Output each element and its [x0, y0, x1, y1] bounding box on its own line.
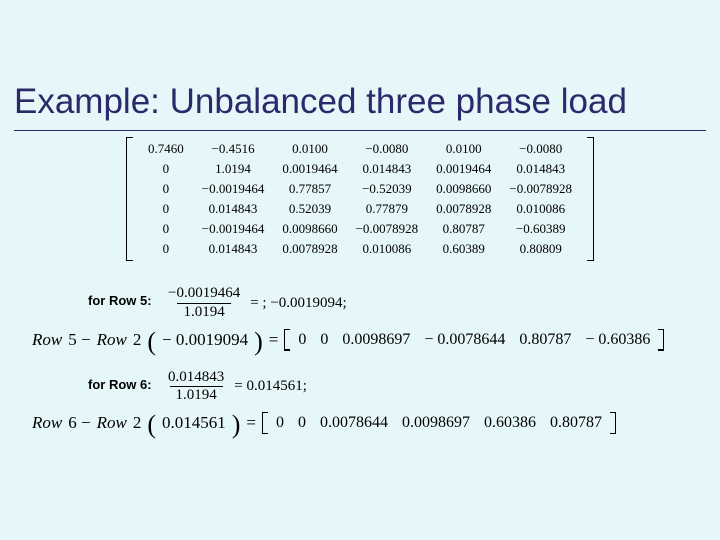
matrix-cell: 1.0194 — [193, 159, 274, 179]
row6-factor: 0.014561 — [162, 413, 226, 433]
row6-label: for Row 6: — [88, 377, 152, 392]
row5-factor: − 0.0019094 — [162, 330, 248, 350]
row6-equation: Row 6 − Row 2 ( 0.014561 ) = 000.0078644… — [32, 412, 706, 434]
matrix-cell: −0.0080 — [347, 139, 428, 159]
vector-cell: 0.0098697 — [342, 331, 410, 349]
txt: Row — [97, 413, 127, 433]
matrix-cell: 0.77857 — [273, 179, 346, 199]
matrix-cell: 0 — [139, 199, 193, 219]
matrix-cell: −0.0019464 — [193, 219, 274, 239]
matrix-cell: −0.52039 — [347, 179, 428, 199]
vector-cell: 0 — [298, 414, 306, 432]
vector-cell: − 0.60386 — [585, 331, 650, 349]
matrix-cell: 0.80809 — [500, 239, 581, 259]
matrix-cell: 0.0019464 — [427, 159, 500, 179]
matrix-cell: 0.014843 — [193, 239, 274, 259]
row5-fraction: −0.0019464 1.0194 = ; −0.0019094; — [164, 286, 706, 321]
txt: Row — [32, 413, 62, 433]
eq-sign: = — [246, 413, 256, 433]
matrix-cell: 0 — [139, 239, 193, 259]
matrix-cell: 0.014843 — [347, 159, 428, 179]
matrix-cell: 0.0078928 — [273, 239, 346, 259]
page-title: Example: Unbalanced three phase load — [14, 82, 706, 131]
row5-frac-den: 1.0194 — [177, 303, 230, 321]
txt: 6 − — [68, 413, 90, 433]
matrix-cell: −0.4516 — [193, 139, 274, 159]
matrix-cell: 0.7460 — [139, 139, 193, 159]
vector-cell: 0.80787 — [519, 331, 571, 349]
row6-frac-num: 0.014843 — [166, 370, 226, 387]
matrix-cell: 0.0098660 — [273, 219, 346, 239]
matrix-cell: 0 — [139, 179, 193, 199]
vector-cell: 0.60386 — [484, 414, 536, 432]
txt: 2 — [133, 413, 142, 433]
matrix-cell: 0.60389 — [427, 239, 500, 259]
txt: Row — [97, 330, 127, 350]
matrix-cell: −0.60389 — [500, 219, 581, 239]
matrix-cell: −0.0078928 — [347, 219, 428, 239]
matrix-cell: 0.010086 — [500, 199, 581, 219]
eq-sign: = — [269, 330, 279, 350]
vector-cell: 0.0078644 — [320, 414, 388, 432]
matrix-cell: 0.010086 — [347, 239, 428, 259]
row6-vector: 00 0.0078644 0.0098697 0.60386 0.80787 — [262, 412, 616, 434]
row6-fraction: 0.014843 1.0194 = 0.014561; — [164, 370, 706, 405]
matrix-cell: 0.0100 — [273, 139, 346, 159]
matrix-cell: 0.52039 — [273, 199, 346, 219]
row5-vector: 00 0.0098697 − 0.0078644 0.80787 − 0.60386 — [284, 329, 664, 351]
txt: 5 − — [68, 330, 90, 350]
matrix-cell: 0 — [139, 219, 193, 239]
row5-label: for Row 5: — [88, 293, 152, 308]
vector-cell: 0.80787 — [550, 414, 602, 432]
matrix-cell: 0.014843 — [500, 159, 581, 179]
matrix-cell: −0.0078928 — [500, 179, 581, 199]
vector-cell: 0 — [320, 331, 328, 349]
matrix-cell: 0.0098660 — [427, 179, 500, 199]
matrix-cell: 0 — [139, 159, 193, 179]
matrix: 0.7460−0.45160.0100−0.00800.0100−0.00800… — [14, 137, 706, 261]
txt: Row — [32, 330, 62, 350]
matrix-cell: 0.0078928 — [427, 199, 500, 219]
row6-frac-den: 1.0194 — [170, 386, 223, 404]
matrix-cell: 0.014843 — [193, 199, 274, 219]
matrix-cell: −0.0080 — [500, 139, 581, 159]
vector-cell: − 0.0078644 — [424, 331, 505, 349]
vector-cell: 0.0098697 — [402, 414, 470, 432]
row6-frac-result: = 0.014561; — [234, 378, 307, 395]
txt: 2 — [133, 330, 142, 350]
row5-frac-result: = ; −0.0019094; — [250, 295, 347, 312]
matrix-cell: 0.77879 — [347, 199, 428, 219]
matrix-cell: −0.0019464 — [193, 179, 274, 199]
vector-cell: 0 — [276, 414, 284, 432]
row5-frac-num: −0.0019464 — [166, 286, 242, 303]
matrix-cell: 0.0019464 — [273, 159, 346, 179]
matrix-cell: 0.80787 — [427, 219, 500, 239]
vector-cell: 0 — [298, 331, 306, 349]
row5-equation: Row 5 − Row 2 ( − 0.0019094 ) = 000.0098… — [32, 329, 706, 351]
matrix-cell: 0.0100 — [427, 139, 500, 159]
